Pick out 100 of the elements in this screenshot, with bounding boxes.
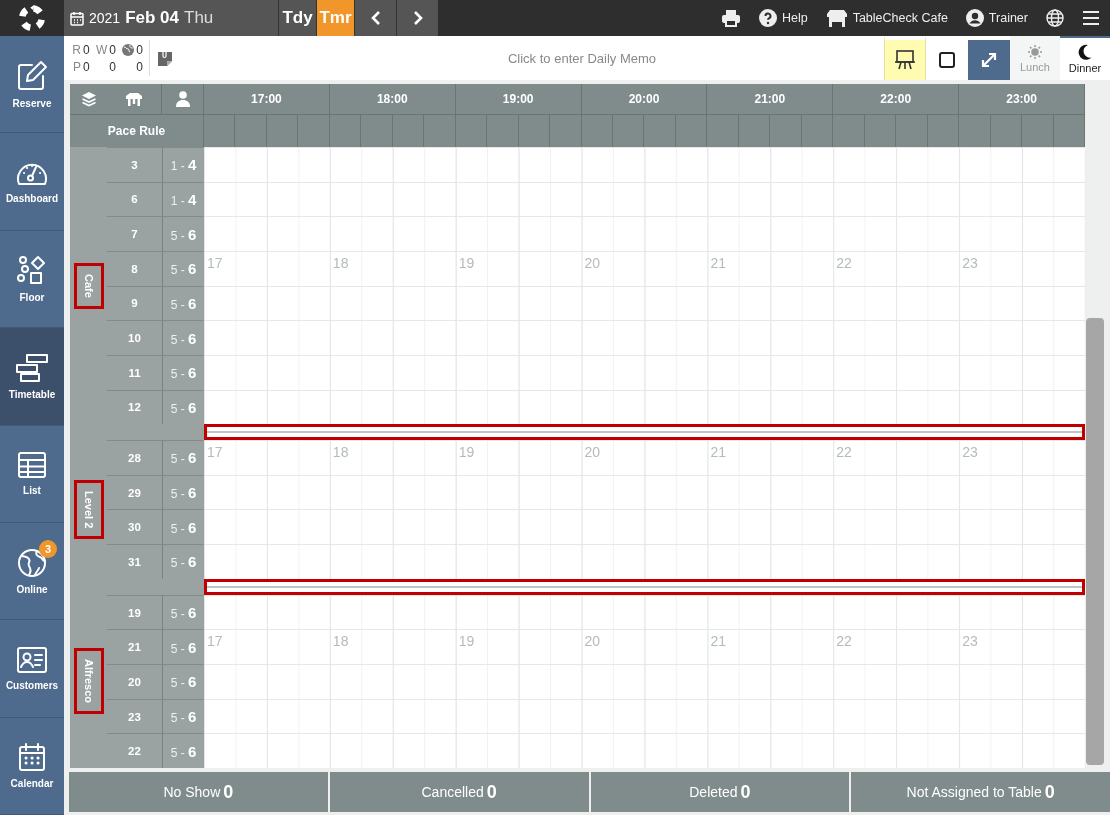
hour-label: 17 xyxy=(206,253,224,271)
hour-heading: 19:00 xyxy=(455,84,582,114)
help-icon xyxy=(758,9,777,27)
notification-badge: 3 xyxy=(39,539,57,558)
table-number: 6 xyxy=(107,181,162,217)
square-toggle-button[interactable] xyxy=(926,36,968,80)
scrollbar-thumb[interactable] xyxy=(1086,318,1104,765)
hour-heading: 20:00 xyxy=(581,84,708,114)
hour-label: 23 xyxy=(961,253,979,271)
table-number: 22 xyxy=(107,733,162,768)
table-number: 20 xyxy=(107,664,162,699)
pace-range: 5 - 6 xyxy=(170,638,197,656)
table-number: 7 xyxy=(107,216,162,251)
menu-icon xyxy=(1082,10,1100,26)
hour-label: 22 xyxy=(835,443,853,461)
store-button[interactable]: TableCheck Cafe xyxy=(825,9,948,27)
globe-icon xyxy=(1046,9,1064,27)
meal-tab[interactable]: Dinner xyxy=(1060,36,1110,80)
timeline-lane[interactable] xyxy=(204,594,1085,630)
count-value: 0 xyxy=(136,42,143,57)
pencil-square-icon xyxy=(16,59,48,92)
globe-icon xyxy=(122,43,135,56)
logo-icon xyxy=(18,4,46,32)
pace-range: 5 - 6 xyxy=(170,329,197,347)
user-button[interactable]: Trainer xyxy=(965,9,1028,27)
day-button[interactable]: Tdy xyxy=(278,0,316,36)
chevron-right-icon xyxy=(411,10,424,26)
hour-label: 21 xyxy=(709,632,727,650)
pace-range: 5 - 6 xyxy=(170,604,197,622)
expand-toggle-button[interactable] xyxy=(968,36,1010,80)
hour-label: 17 xyxy=(206,443,224,461)
hour-label: 18 xyxy=(331,443,350,461)
table-number: 11 xyxy=(107,354,162,390)
print-button[interactable] xyxy=(720,9,741,27)
count-label: W xyxy=(96,42,108,57)
memo-note-icon xyxy=(158,50,172,66)
daily-memo-field[interactable]: Click to enter Daily Memo xyxy=(180,36,884,80)
user-icon xyxy=(965,9,984,27)
hour-heading: 22:00 xyxy=(833,84,960,114)
pace-range: 5 - 6 xyxy=(170,553,197,571)
help-button[interactable]: Help xyxy=(758,9,808,27)
hour-label: 23 xyxy=(961,632,979,650)
table-number: 23 xyxy=(107,698,162,734)
pace-range: 5 - 6 xyxy=(170,484,197,502)
hour-heading: 18:00 xyxy=(329,84,456,114)
pace-range: 5 - 6 xyxy=(170,518,197,536)
pace-range: 5 - 6 xyxy=(170,449,197,467)
hour-label: 22 xyxy=(835,632,853,650)
status-filter-button[interactable]: No Show 0 xyxy=(69,772,328,812)
pace-range: 5 - 6 xyxy=(170,708,197,725)
table-number: 12 xyxy=(107,389,162,425)
table-number: 21 xyxy=(107,629,162,665)
table-number: 9 xyxy=(107,285,162,321)
table-number: 28 xyxy=(107,440,162,475)
status-filter-button[interactable]: Cancelled 0 xyxy=(329,772,589,812)
pace-range: 5 - 6 xyxy=(170,294,197,312)
next-day-button[interactable] xyxy=(396,0,438,36)
hour-label: 20 xyxy=(583,253,602,271)
shapes-icon xyxy=(16,254,48,287)
hour-label: 19 xyxy=(457,632,476,650)
menu-button[interactable] xyxy=(1082,10,1100,26)
previous-day-button[interactable] xyxy=(354,0,396,36)
count-label: R xyxy=(72,42,81,57)
expand-arrows-icon xyxy=(980,51,998,69)
pace-range: 5 - 6 xyxy=(170,673,197,691)
chevron-left-icon xyxy=(369,10,382,26)
hour-label: 17 xyxy=(206,632,224,650)
calendar-icon xyxy=(18,742,46,773)
count-value: 0 xyxy=(109,42,116,57)
hour-label: 20 xyxy=(583,632,602,650)
hour-label: 19 xyxy=(457,253,476,271)
count-value: 0 xyxy=(109,59,116,74)
globe-button[interactable] xyxy=(1046,9,1064,27)
status-filter-button[interactable]: Deleted 0 xyxy=(590,772,850,812)
status-filter-button[interactable]: Not Assigned to Table 0 xyxy=(851,772,1110,812)
layers-icon xyxy=(80,91,97,107)
hour-label: 18 xyxy=(331,253,350,271)
hour-heading: 21:00 xyxy=(707,84,834,114)
area-label: Level 2 xyxy=(73,479,104,540)
area-label: Cafe xyxy=(73,262,104,309)
table-number: 31 xyxy=(107,544,162,579)
hour-label: 21 xyxy=(709,443,727,461)
table-number: 8 xyxy=(107,250,162,286)
pace-range: 5 - 6 xyxy=(170,398,197,416)
hour-label: 20 xyxy=(583,443,602,461)
table-number: 19 xyxy=(107,594,162,630)
hour-label: 22 xyxy=(835,253,853,271)
hour-heading: 17:00 xyxy=(204,84,330,114)
printer-icon xyxy=(720,9,741,27)
hour-label: 23 xyxy=(961,443,979,461)
sun-icon xyxy=(1028,45,1042,59)
easel-toggle-button[interactable] xyxy=(884,36,926,80)
timeline-lane[interactable] xyxy=(204,389,1085,425)
date-selector[interactable]: 2021 Feb 04 Thu xyxy=(64,0,278,36)
area-label: Alfresco xyxy=(73,648,104,715)
sidebar-item[interactable]: Timetable xyxy=(0,328,64,426)
pace-range: 5 - 6 xyxy=(170,364,197,382)
easel-icon xyxy=(894,50,916,70)
globe-icon xyxy=(17,547,47,578)
pace-range: 5 - 6 xyxy=(170,225,197,243)
